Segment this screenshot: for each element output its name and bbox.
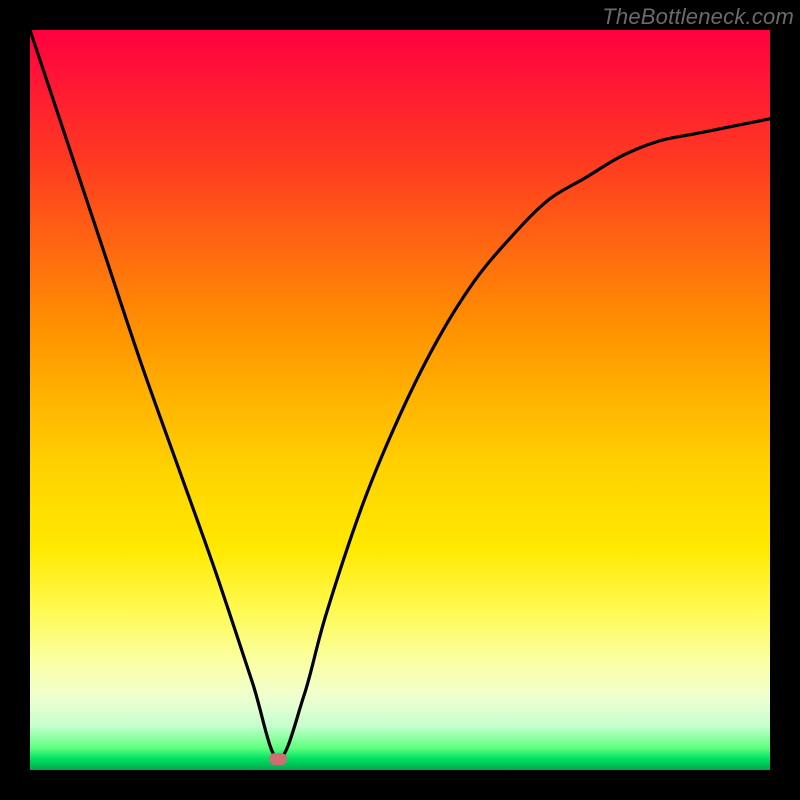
plot-area (30, 30, 770, 770)
watermark-text: TheBottleneck.com (602, 4, 794, 30)
optimum-marker (269, 753, 287, 765)
bottleneck-curve (30, 30, 770, 770)
chart-stage: TheBottleneck.com (0, 0, 800, 800)
